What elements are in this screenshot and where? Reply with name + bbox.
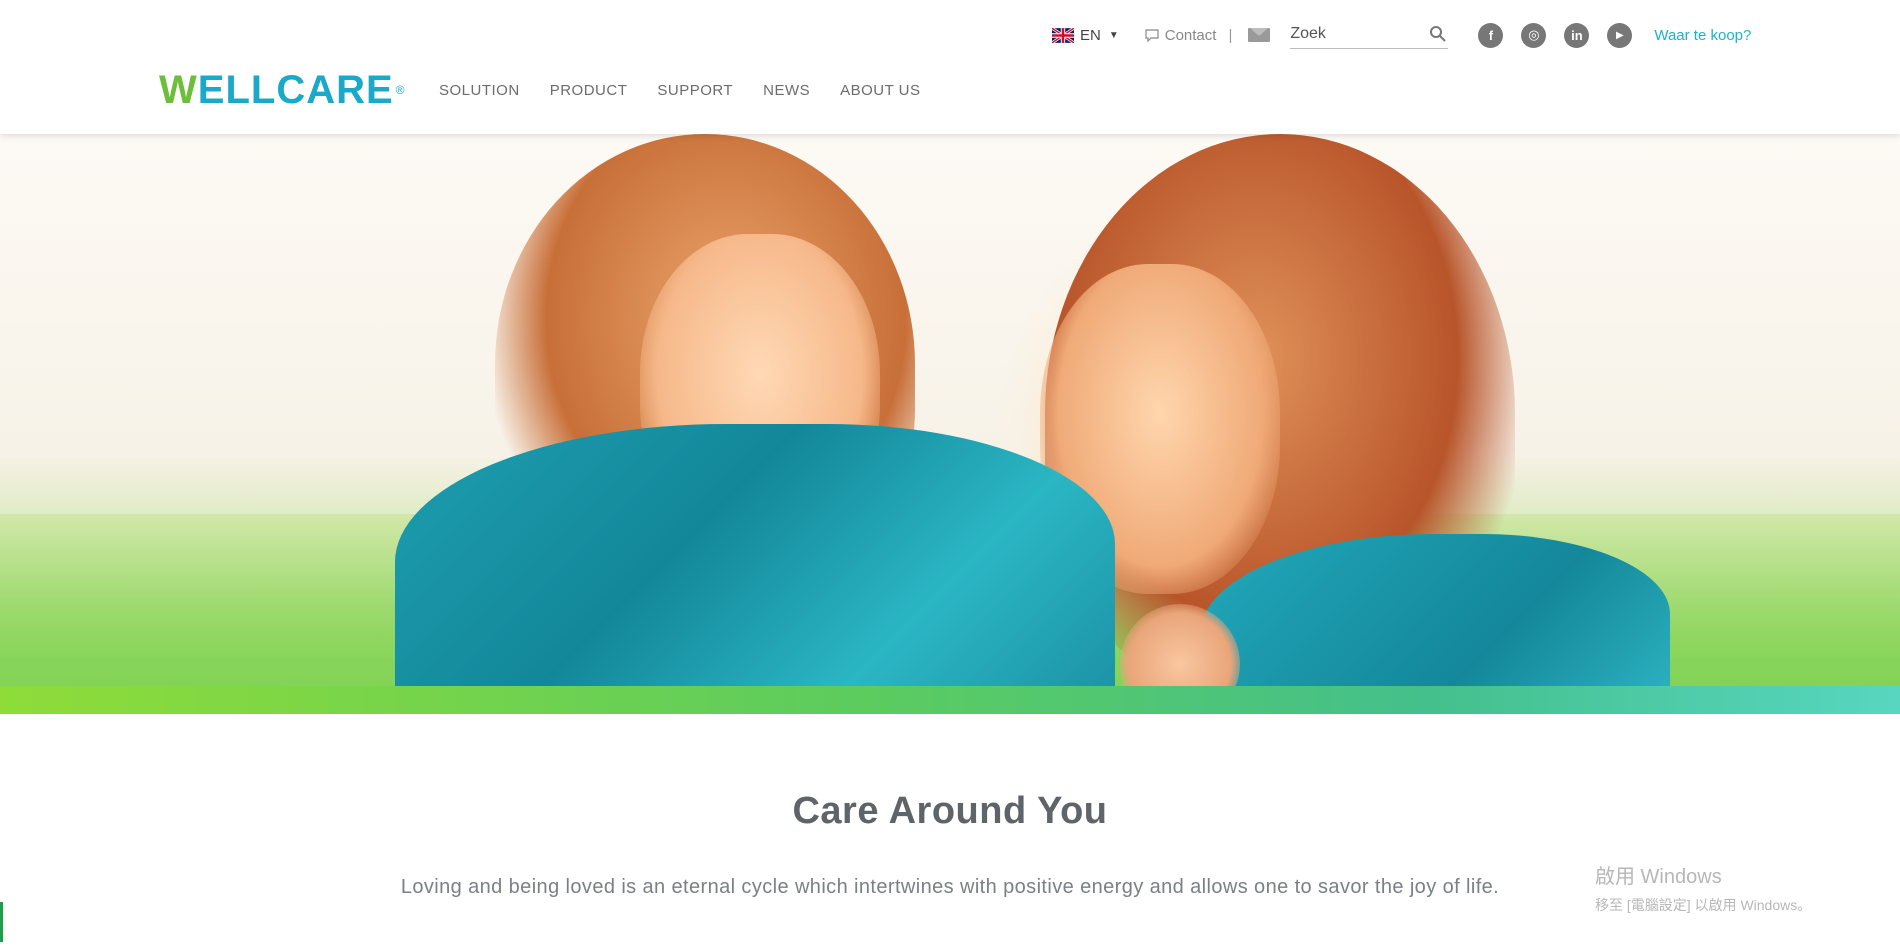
uk-flag-icon [1052,27,1074,43]
watermark-line-2: 移至 [電腦設定] 以啟用 Windows。 [1595,897,1812,913]
nav-item-solution[interactable]: SOLUTION [439,82,520,99]
nav-item-news[interactable]: NEWS [763,82,810,99]
hero-image [0,134,1900,714]
top-utility-bar: EN ▼ Contact | f ◎ in ▶ Waar te koop? [1052,20,1751,50]
search-box [1290,21,1449,49]
search-icon[interactable] [1429,25,1447,42]
nav-item-product[interactable]: PRODUCT [550,82,628,99]
mail-icon[interactable] [1248,28,1271,42]
hero-blanket-left [395,424,1115,714]
language-selector[interactable]: EN ▼ [1052,27,1119,44]
topbar-separator: | [1228,26,1233,44]
where-to-buy-link[interactable]: Waar te koop? [1654,27,1751,44]
social-links: f ◎ in ▶ [1478,22,1633,48]
logo-text-rest: ELLCARE [197,68,394,112]
contact-label: Contact [1164,26,1217,44]
side-tab-indicator[interactable] [0,902,3,942]
youtube-icon[interactable]: ▶ [1607,22,1633,48]
wellcare-logo[interactable]: WELLCARE ® [159,68,406,112]
registered-mark: ® [395,83,406,97]
contact-link[interactable]: Contact [1145,26,1217,44]
page-title: Care Around You [792,790,1108,832]
search-input[interactable] [1290,21,1421,46]
hero-gradient-band [0,686,1900,714]
language-code: EN [1080,26,1101,44]
caret-down-icon: ▼ [1108,29,1119,41]
chat-bubble-icon [1145,28,1159,42]
nav-item-about-us[interactable]: ABOUT US [840,82,920,99]
linkedin-icon[interactable]: in [1564,22,1590,48]
watermark-line-1: 啟用 Windows [1595,866,1722,888]
facebook-icon[interactable]: f [1478,22,1504,48]
instagram-icon[interactable]: ◎ [1521,22,1547,48]
logo-letter-w: W [159,68,198,112]
windows-activation-watermark: 啟用 Windows 移至 [電腦設定] 以啟用 Windows。 [1595,860,1811,915]
nav-item-support[interactable]: SUPPORT [657,82,733,99]
site-header: EN ▼ Contact | f ◎ in ▶ Waar te koop? [0,0,1900,134]
main-nav: SOLUTION PRODUCT SUPPORT NEWS ABOUT US [439,82,921,99]
